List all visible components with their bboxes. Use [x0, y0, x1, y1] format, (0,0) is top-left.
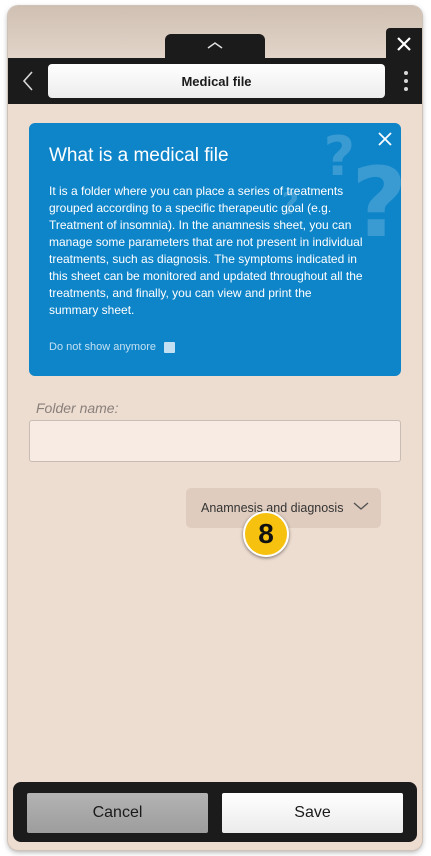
question-mark-decor-icon: ?	[323, 125, 355, 188]
page-title: Medical file	[48, 64, 385, 98]
action-bar: Cancel Save	[13, 782, 417, 842]
info-title: What is a medical file	[49, 145, 229, 166]
close-window-button[interactable]	[386, 28, 422, 60]
navigation-bar: Medical file	[8, 58, 422, 104]
back-button[interactable]	[12, 64, 44, 98]
chevron-left-icon	[22, 71, 33, 91]
chevron-down-icon	[353, 502, 369, 510]
app-window: Medical file ? ? ? What is a medical fil…	[8, 6, 422, 850]
close-icon	[397, 37, 411, 51]
dont-show-checkbox[interactable]	[164, 341, 175, 353]
info-card: ? ? ? What is a medical file It is a fol…	[29, 123, 401, 376]
save-button[interactable]: Save	[222, 793, 403, 833]
more-options-icon[interactable]	[396, 66, 416, 96]
folder-name-label: Folder name:	[36, 400, 119, 416]
info-description: It is a folder where you can place a ser…	[49, 184, 363, 317]
dont-show-again-toggle[interactable]: Do not show anymore	[49, 341, 175, 353]
chevron-up-icon	[207, 42, 223, 49]
dont-show-label: Do not show anymore	[49, 341, 156, 353]
expand-handle[interactable]	[165, 34, 265, 60]
info-close-button[interactable]	[375, 129, 395, 149]
folder-name-input[interactable]	[29, 420, 401, 462]
cancel-button[interactable]: Cancel	[27, 793, 208, 833]
close-icon	[378, 132, 392, 146]
step-number-badge: 8	[243, 511, 289, 557]
